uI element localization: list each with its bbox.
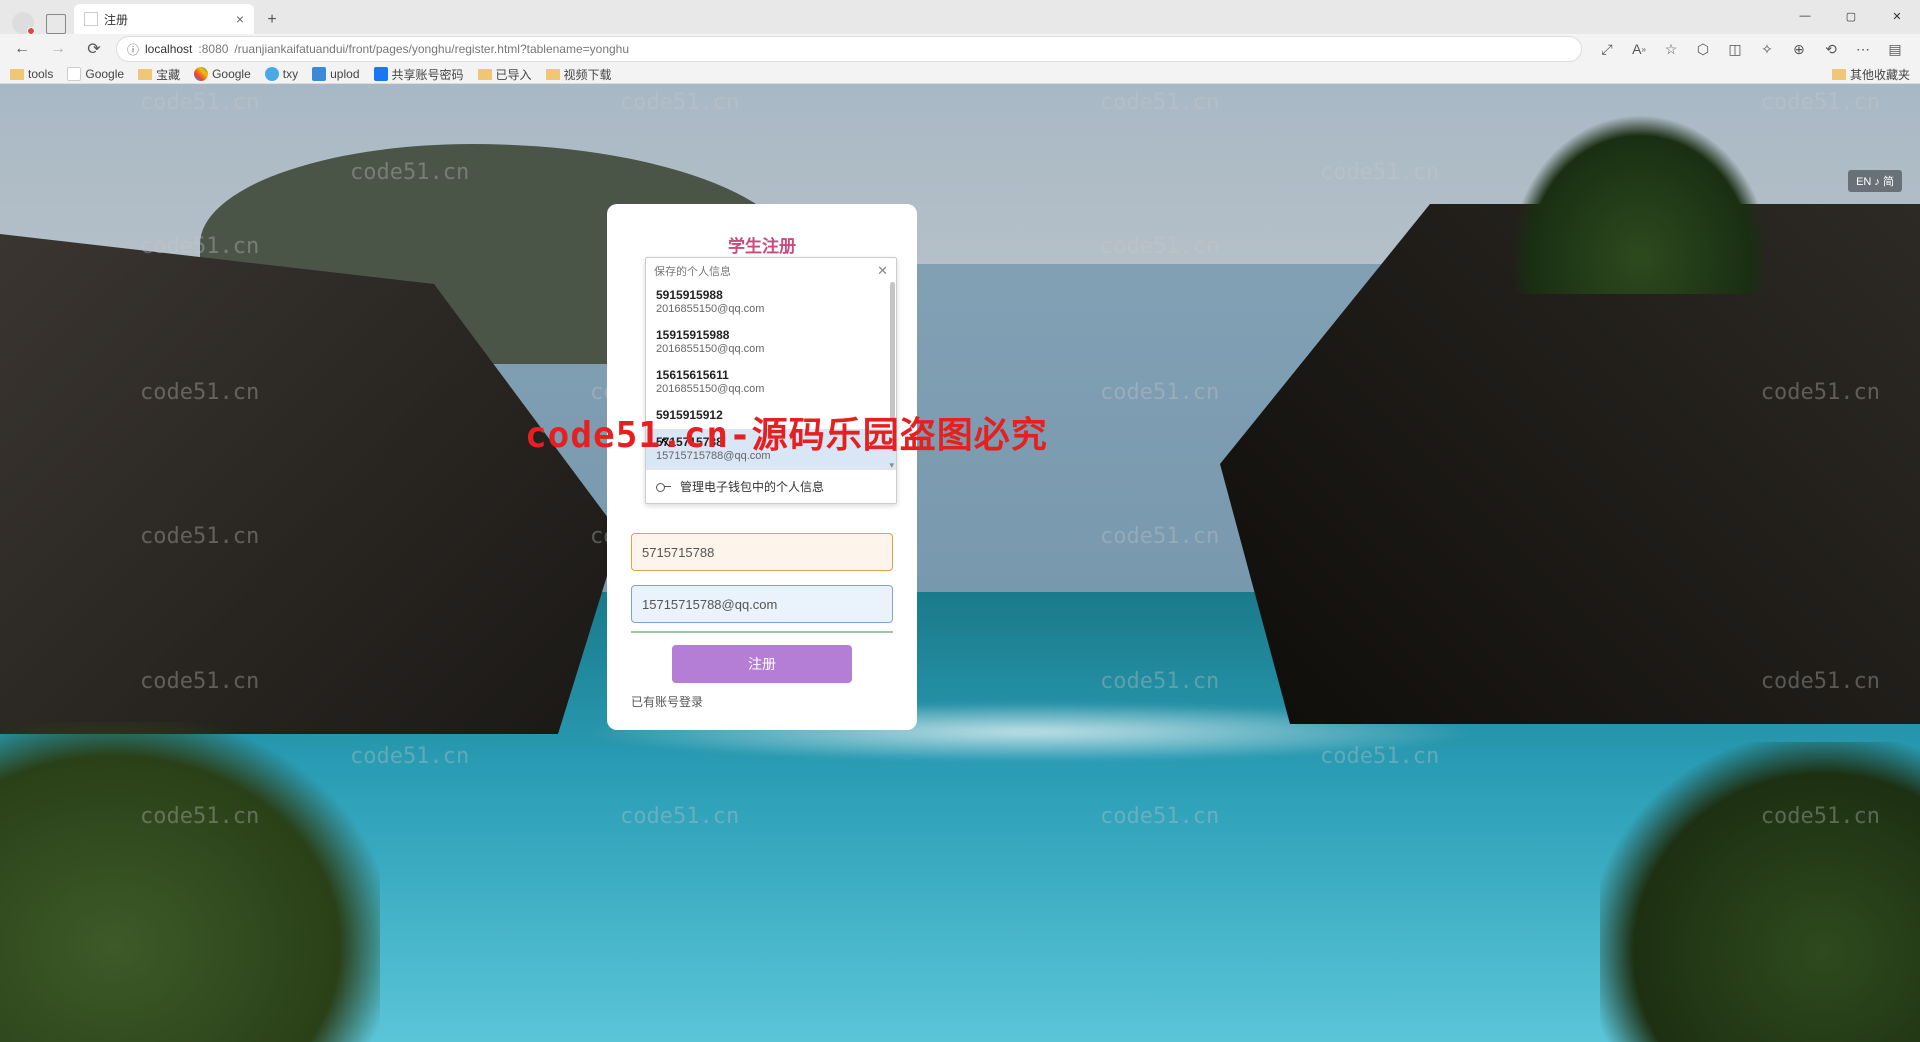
sidebar-icon[interactable]: ◫ [1726,40,1744,58]
ime-indicator[interactable]: EN ♪ 简 [1848,170,1902,192]
bookmarks-bar: tools Google 宝藏 Google txy uplod 共享账号密码 … [0,64,1920,84]
extensions-icon[interactable]: ⬡ [1694,40,1712,58]
phone-field[interactable]: 5715715788 [631,533,893,571]
bookmark-tools[interactable]: tools [10,67,53,81]
bookmark-imported[interactable]: 已导入 [478,66,532,83]
site-info-icon[interactable]: ⓘ [127,41,139,58]
autofill-manage-link[interactable]: 管理电子钱包中的个人信息 [646,469,896,503]
address-bar: ← → ⟳ ⓘ localhost :8080/ruanjiankaifatuan… [0,34,1920,64]
bookmark-video[interactable]: 视频下载 [546,66,612,83]
cursor-icon: ↖ [660,434,672,451]
autofill-item[interactable]: 15915915988 2016855150@qq.com [646,322,896,362]
page-content: code51.cn code51.cn code51.cn code51.cn … [0,84,1920,1042]
autofill-header: 保存的个人信息 [654,263,731,279]
tab-title: 注册 [104,11,128,28]
background-image [0,84,1920,1042]
autofill-list: 5915915988 2016855150@qq.com 15915915988… [646,282,896,469]
card-title: 学生注册 [631,232,893,257]
back-button[interactable]: ← [8,35,36,63]
menu-icon[interactable]: ⋯ [1854,40,1872,58]
favorite-icon[interactable]: ☆ [1662,40,1680,58]
reader-icon[interactable]: ⤢ [1598,40,1616,58]
profile-avatar-icon[interactable] [12,12,34,34]
wallet-key-icon [656,481,672,493]
bookmark-treasure[interactable]: 宝藏 [138,66,180,83]
window-maximize-button[interactable]: ▢ [1828,0,1874,32]
text-size-icon[interactable]: A» [1630,40,1648,58]
bookmark-uplod[interactable]: uplod [312,67,359,81]
downloads-icon[interactable]: ⊕ [1790,40,1808,58]
forward-button[interactable]: → [44,35,72,63]
tab-favicon-icon [84,12,98,26]
bookmark-other[interactable]: 其他收藏夹 [1832,66,1910,83]
browser-chrome: 注册 × + — ▢ ✕ ← → ⟳ ⓘ localhost :8080/ruan… [0,0,1920,84]
window-close-button[interactable]: ✕ [1874,0,1920,32]
tab-close-icon[interactable]: × [236,11,244,27]
url-host: localhost [145,42,192,56]
autofill-item-selected[interactable]: 5715715788 15715715788@qq.com [646,429,896,469]
divider [631,631,893,633]
bookmark-google2[interactable]: Google [194,67,251,81]
tab-bar: 注册 × + — ▢ ✕ [0,0,1920,34]
autofill-dropdown: 保存的个人信息 ✕ 5915915988 2016855150@qq.com 1… [645,257,897,504]
new-tab-button[interactable]: + [258,6,286,34]
autofill-scrollbar[interactable]: ▴ ▾ [889,282,895,469]
bookmark-txy[interactable]: txy [265,67,298,81]
collections-icon[interactable]: ✧ [1758,40,1776,58]
sync-icon[interactable]: ⟲ [1822,40,1840,58]
autofill-item[interactable]: 15615615611 2016855150@qq.com [646,362,896,402]
workspace-icon[interactable] [46,14,66,34]
url-input[interactable]: ⓘ localhost :8080/ruanjiankaifatuandui/fr… [116,36,1582,62]
browser-tab[interactable]: 注册 × [74,4,254,34]
autofill-item[interactable]: 5915915912 [646,402,896,429]
refresh-button[interactable]: ⟳ [80,35,108,63]
autofill-close-icon[interactable]: ✕ [877,263,888,279]
register-button[interactable]: 注册 [672,645,852,683]
url-path: /ruanjiankaifatuandui/front/pages/yonghu… [234,42,629,56]
window-controls: — ▢ ✕ [1782,0,1920,32]
url-port: :8080 [198,42,228,56]
bookmark-google[interactable]: Google [67,67,124,81]
login-link[interactable]: 已有账号登录 [631,693,893,710]
autofill-item[interactable]: 5915915988 2016855150@qq.com [646,282,896,322]
email-field[interactable]: 15715715788@qq.com [631,585,893,623]
panel-icon[interactable]: ▤ [1886,40,1904,58]
window-minimize-button[interactable]: — [1782,0,1828,32]
bookmark-shared[interactable]: 共享账号密码 [374,66,464,83]
